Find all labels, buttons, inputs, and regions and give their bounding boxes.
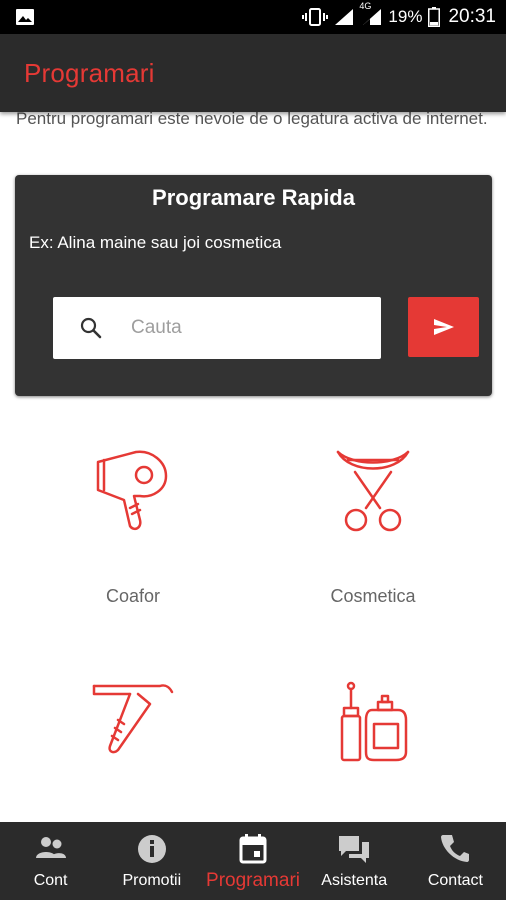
nav-item-contact[interactable]: Contact	[405, 822, 506, 900]
page-title: Programari	[24, 58, 155, 88]
wifi-signal-icon	[335, 9, 354, 25]
app-bar: Programari	[0, 34, 506, 112]
category-nails[interactable]	[253, 112, 493, 822]
nav-label: Asistenta	[321, 872, 388, 889]
calendar-icon	[239, 834, 267, 864]
info-icon	[137, 835, 166, 863]
vibrate-icon	[302, 8, 329, 26]
bottom-navigation: Cont Promotii Programari Asistenta Conta…	[0, 822, 506, 900]
category-barber[interactable]	[13, 112, 253, 822]
main-content[interactable]: Pentru programari este nevoie de o legat…	[0, 112, 506, 822]
image-notification-icon	[16, 9, 34, 25]
cell-signal-icon	[363, 9, 382, 25]
nav-item-asistenta[interactable]: Asistenta	[304, 822, 405, 900]
straight-razor-icon	[92, 684, 174, 754]
chat-icon	[339, 836, 370, 863]
battery-percent: 19%	[388, 7, 423, 26]
clock: 20:31	[448, 6, 496, 27]
people-icon	[35, 837, 66, 858]
nav-item-programari[interactable]: Programari	[202, 822, 303, 900]
nav-item-cont[interactable]: Cont	[0, 822, 101, 900]
phone-icon	[441, 835, 470, 862]
mobile-signal: 4G	[359, 1, 382, 26]
nav-label: Promotii	[122, 872, 182, 889]
nav-label: Programari	[206, 870, 300, 891]
battery-icon	[428, 7, 441, 27]
status-icons: 4G 19% 20:31	[302, 0, 496, 34]
nail-polish-perfume-icon	[340, 681, 408, 762]
status-bar: 4G 19% 20:31	[0, 0, 506, 34]
nav-label: Cont	[33, 872, 68, 889]
nav-label: Contact	[427, 872, 483, 889]
nav-item-promotii[interactable]: Promotii	[101, 822, 202, 900]
